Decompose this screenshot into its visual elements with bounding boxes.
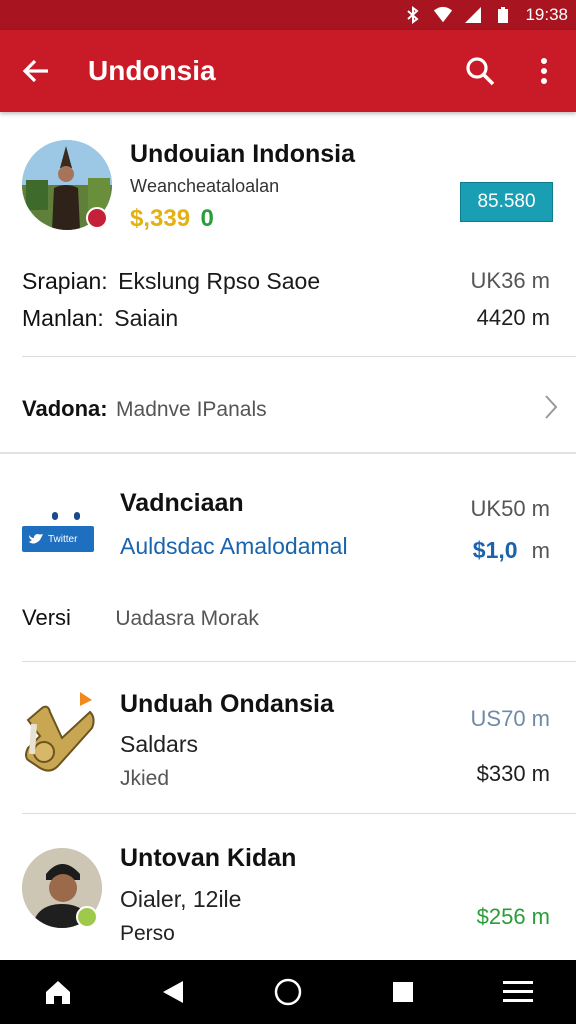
featured-price-alt: 0	[200, 205, 214, 232]
detail-row-1: Srapian: Ekslung Rpso Saoe	[22, 268, 320, 295]
featured-subtitle: Wеаnchеаtаlоаlаn	[130, 176, 280, 196]
bluetooth-icon	[403, 6, 423, 24]
item-meta-bottom: $1,0 m	[473, 537, 550, 564]
item-meta-top: US70 m	[470, 706, 550, 731]
home-icon	[45, 981, 70, 1004]
detail-meta: UK36 m	[470, 268, 550, 293]
featured-price-row: $,339 0	[130, 205, 214, 233]
bird-icon	[29, 534, 43, 544]
system-nav-bar	[0, 960, 576, 1024]
item-subtitle: Oialer, 12ile	[120, 886, 242, 912]
home-button[interactable]	[28, 960, 88, 1024]
more-options-button[interactable]	[512, 30, 576, 112]
scroll-icon	[25, 692, 95, 772]
divider	[22, 661, 576, 662]
item-extra: Perso	[120, 922, 175, 945]
item-extra: Jkied	[120, 767, 170, 790]
wifi-icon	[433, 6, 453, 24]
search-button[interactable]	[448, 30, 512, 112]
triangle-back-icon	[162, 981, 183, 1003]
status-time: 19:38	[525, 5, 568, 24]
recents-button[interactable]	[373, 960, 433, 1024]
search-icon	[466, 57, 495, 86]
back-button[interactable]	[0, 30, 72, 112]
item-title: Vadnciaan	[120, 489, 244, 517]
app-bar: Undonsia	[0, 30, 576, 112]
featured-price: $,339	[130, 205, 191, 232]
divider	[22, 356, 576, 357]
item-thumbnail[interactable]: Twitter	[22, 510, 96, 556]
featured-title: Undouian Indonsia	[130, 140, 355, 168]
divider	[22, 813, 576, 814]
twitter-banner: Twitter	[22, 526, 94, 552]
hamburger-icon	[503, 981, 534, 1002]
thumb-text: Twitter	[48, 533, 78, 545]
dot-icon	[74, 512, 80, 520]
item-price: $1,0	[472, 537, 518, 563]
item-meta-bottom: $330 m	[476, 761, 550, 786]
back-nav-button[interactable]	[143, 960, 203, 1024]
versi-value: Uadasra Morak	[115, 607, 259, 630]
arrow-left-icon	[22, 59, 48, 83]
versi-label: Versi	[22, 605, 71, 630]
circle-home-icon	[274, 978, 302, 1006]
vadona-row[interactable]: Vadona: Madnve IPanals	[0, 358, 576, 452]
detail-value: Ekslung Rpso Saoe	[118, 268, 321, 294]
square-recents-icon	[393, 982, 414, 1002]
page-title: Undonsia	[88, 55, 216, 86]
buy-button[interactable]: 85.580	[460, 182, 553, 222]
item-title: Untovan Kidan	[120, 844, 297, 872]
badge-icon	[76, 906, 98, 928]
badge-icon	[86, 207, 108, 229]
detail-row-2: Manlan: Saiain	[22, 305, 178, 332]
chevron-right-icon	[545, 395, 558, 419]
status-bar: 19:38	[0, 0, 576, 30]
menu-button[interactable]	[488, 960, 548, 1024]
vadona-label: Vadona:	[22, 396, 108, 421]
item-meta-bottom: $256 m	[476, 904, 550, 929]
item-subtitle: Saldars	[120, 731, 198, 757]
detail-value: Saiain	[114, 305, 179, 331]
dot-icon	[52, 512, 58, 520]
detail-meta: 4420 m	[476, 305, 550, 330]
vadona-value: Madnve IPanals	[116, 398, 267, 421]
battery-icon	[493, 6, 513, 24]
home-circle-button[interactable]	[258, 960, 318, 1024]
versi-row: Versi Uadasra Morak	[22, 605, 259, 631]
divider	[0, 452, 576, 454]
item-unit: m	[531, 538, 550, 563]
item-thumbnail[interactable]	[22, 690, 98, 776]
signal-icon	[463, 6, 483, 24]
detail-label: Srapian:	[22, 268, 108, 294]
item-title: Unduah Ondansia	[120, 690, 334, 718]
more-vert-icon	[541, 58, 547, 84]
item-meta-top: UK50 m	[470, 496, 550, 521]
detail-label: Manlan:	[22, 305, 104, 331]
item-subtitle[interactable]: Auldsdac Amalodamal	[120, 533, 348, 560]
